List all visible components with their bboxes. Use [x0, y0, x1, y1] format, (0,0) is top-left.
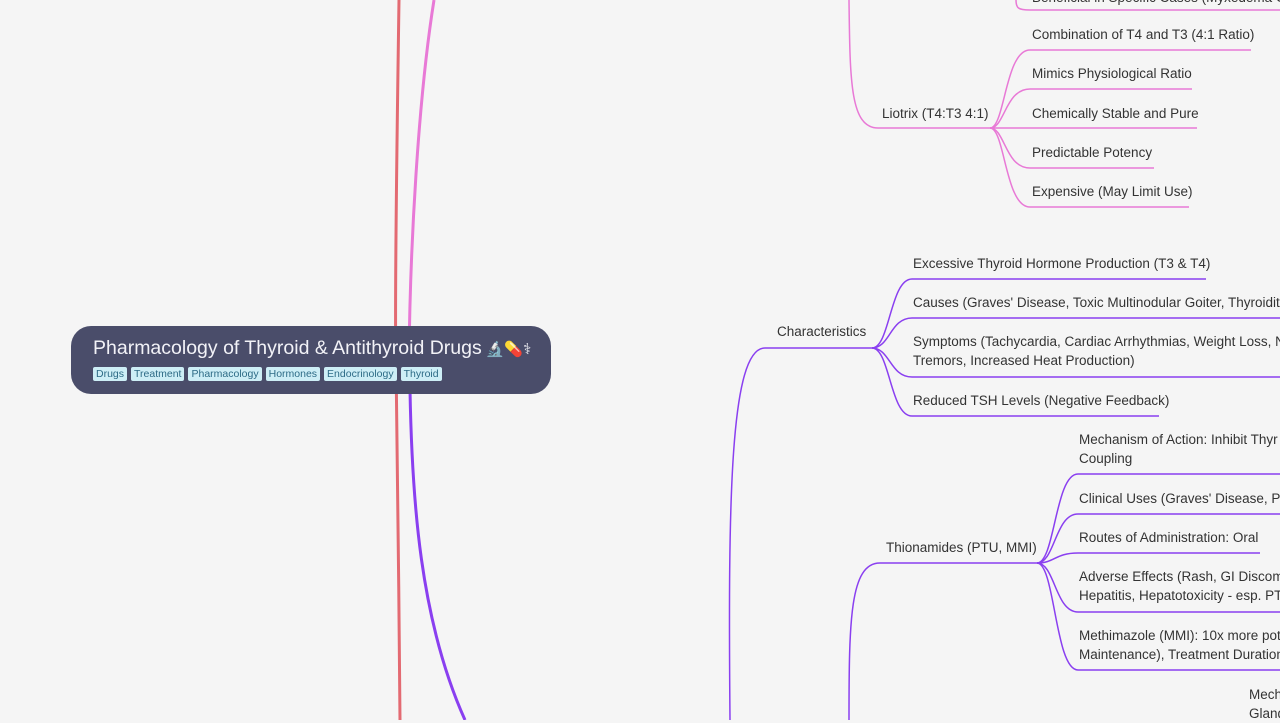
root-title-text: Pharmacology of Thyroid & Antithyroid Dr…	[93, 337, 482, 359]
tag-list: Drugs Treatment Pharmacology Hormones En…	[93, 367, 529, 381]
node-leaf[interactable]: Mechanism of Action: Inhibit Thyr	[1079, 430, 1278, 449]
node-leaf[interactable]: Combination of T4 and T3 (4:1 Ratio)	[1032, 25, 1254, 44]
tag[interactable]: Thyroid	[400, 367, 442, 381]
branch-edge-purple	[408, 389, 467, 720]
tag[interactable]: Hormones	[265, 367, 321, 381]
node-leaf[interactable]: Chemically Stable and Pure	[1032, 104, 1199, 123]
node-leaf[interactable]: Excessive Thyroid Hormone Production (T3…	[913, 254, 1210, 273]
node-leaf[interactable]: Predictable Potency	[1032, 143, 1152, 162]
root-node[interactable]: Pharmacology of Thyroid & Antithyroid Dr…	[71, 326, 551, 394]
node-leaf-cont: Maintenance), Treatment Duration	[1079, 647, 1280, 662]
node-leaf[interactable]: Mimics Physiological Ratio	[1032, 64, 1192, 83]
node-leaf[interactable]: Reduced TSH Levels (Negative Feedback)	[913, 391, 1169, 410]
node-partial[interactable]: Beneficial in Specific Cases (Myxedema C…	[1032, 0, 1280, 7]
branch-edge-pink	[407, 0, 436, 361]
node-leaf-cont: Tremors, Increased Heat Production)	[913, 353, 1135, 368]
node-partial-cont: Gland	[1249, 706, 1280, 721]
node-leaf[interactable]: Routes of Administration: Oral	[1079, 528, 1258, 547]
node-liotrix[interactable]: Liotrix (T4:T3 4:1)	[882, 104, 989, 123]
tag[interactable]: Treatment	[131, 367, 185, 381]
node-leaf[interactable]: Clinical Uses (Graves' Disease, Pre	[1079, 489, 1280, 508]
node-thionamides[interactable]: Thionamides (PTU, MMI)	[886, 538, 1037, 557]
node-leaf[interactable]: Symptoms (Tachycardia, Cardiac Arrhythmi…	[913, 332, 1280, 351]
edge-characteristics	[728, 347, 872, 720]
root-title: Pharmacology of Thyroid & Antithyroid Dr…	[93, 335, 532, 363]
tag[interactable]: Drugs	[93, 367, 128, 381]
tag[interactable]: Endocrinology	[324, 367, 397, 381]
node-partial[interactable]: Mech	[1249, 685, 1280, 704]
node-leaf-cont: Coupling	[1079, 451, 1133, 466]
node-leaf[interactable]: Causes (Graves' Disease, Toxic Multinodu…	[913, 293, 1280, 312]
node-characteristics[interactable]: Characteristics	[777, 322, 866, 341]
node-leaf[interactable]: Methimazole (MMI): 10x more pote	[1079, 626, 1280, 645]
node-leaf[interactable]: Adverse Effects (Rash, GI Discomfo	[1079, 567, 1280, 586]
edge-thionamides	[848, 562, 1037, 720]
node-leaf-cont: Hepatitis, Hepatotoxicity - esp. PT	[1079, 588, 1280, 603]
microscope-pill-medical-icon: 🔬💊⚕	[485, 341, 532, 358]
tag[interactable]: Pharmacology	[188, 367, 262, 381]
node-leaf[interactable]: Expensive (May Limit Use)	[1032, 182, 1193, 201]
